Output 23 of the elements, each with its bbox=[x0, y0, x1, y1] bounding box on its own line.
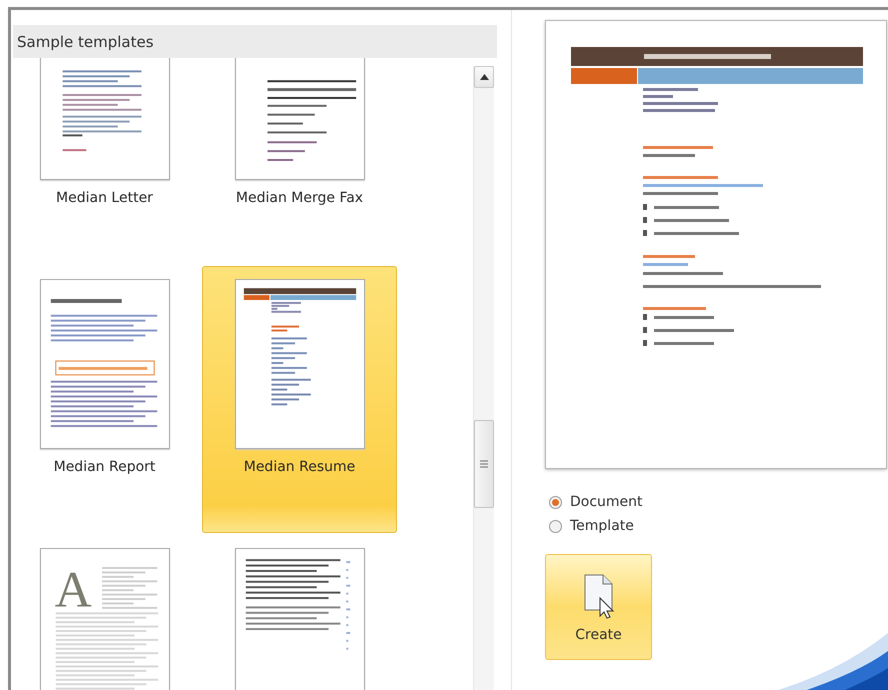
template-label: Median Report bbox=[54, 459, 156, 475]
template-tile[interactable]: Median Letter bbox=[11, 58, 202, 264]
radio-icon[interactable] bbox=[549, 520, 562, 532]
template-tile[interactable]: A bbox=[11, 535, 202, 690]
template-label: Median Resume bbox=[244, 459, 356, 475]
up-arrow-icon bbox=[480, 74, 488, 80]
template-tile[interactable]: Median Resume bbox=[202, 266, 397, 533]
thumbnail-initial: A bbox=[54, 561, 92, 618]
radio-icon[interactable] bbox=[549, 496, 562, 508]
template-tile[interactable]: Median Merge Fax bbox=[202, 58, 397, 264]
create-button[interactable]: Create bbox=[545, 554, 652, 660]
grip-icon bbox=[480, 460, 488, 468]
radio-label: Template bbox=[570, 518, 634, 534]
scroll-thumb[interactable] bbox=[474, 420, 494, 508]
radio-option[interactable]: Document bbox=[549, 494, 888, 510]
template-tile[interactable]: Median Report bbox=[11, 266, 202, 533]
radio-label: Document bbox=[570, 494, 643, 510]
scroll-up-button[interactable] bbox=[474, 66, 494, 88]
radio-option[interactable]: Template bbox=[549, 518, 888, 534]
template-label: Median Merge Fax bbox=[236, 190, 364, 206]
section-header: Sample templates bbox=[13, 25, 497, 58]
new-document-icon bbox=[582, 573, 616, 619]
template-label: Median Letter bbox=[56, 190, 153, 206]
